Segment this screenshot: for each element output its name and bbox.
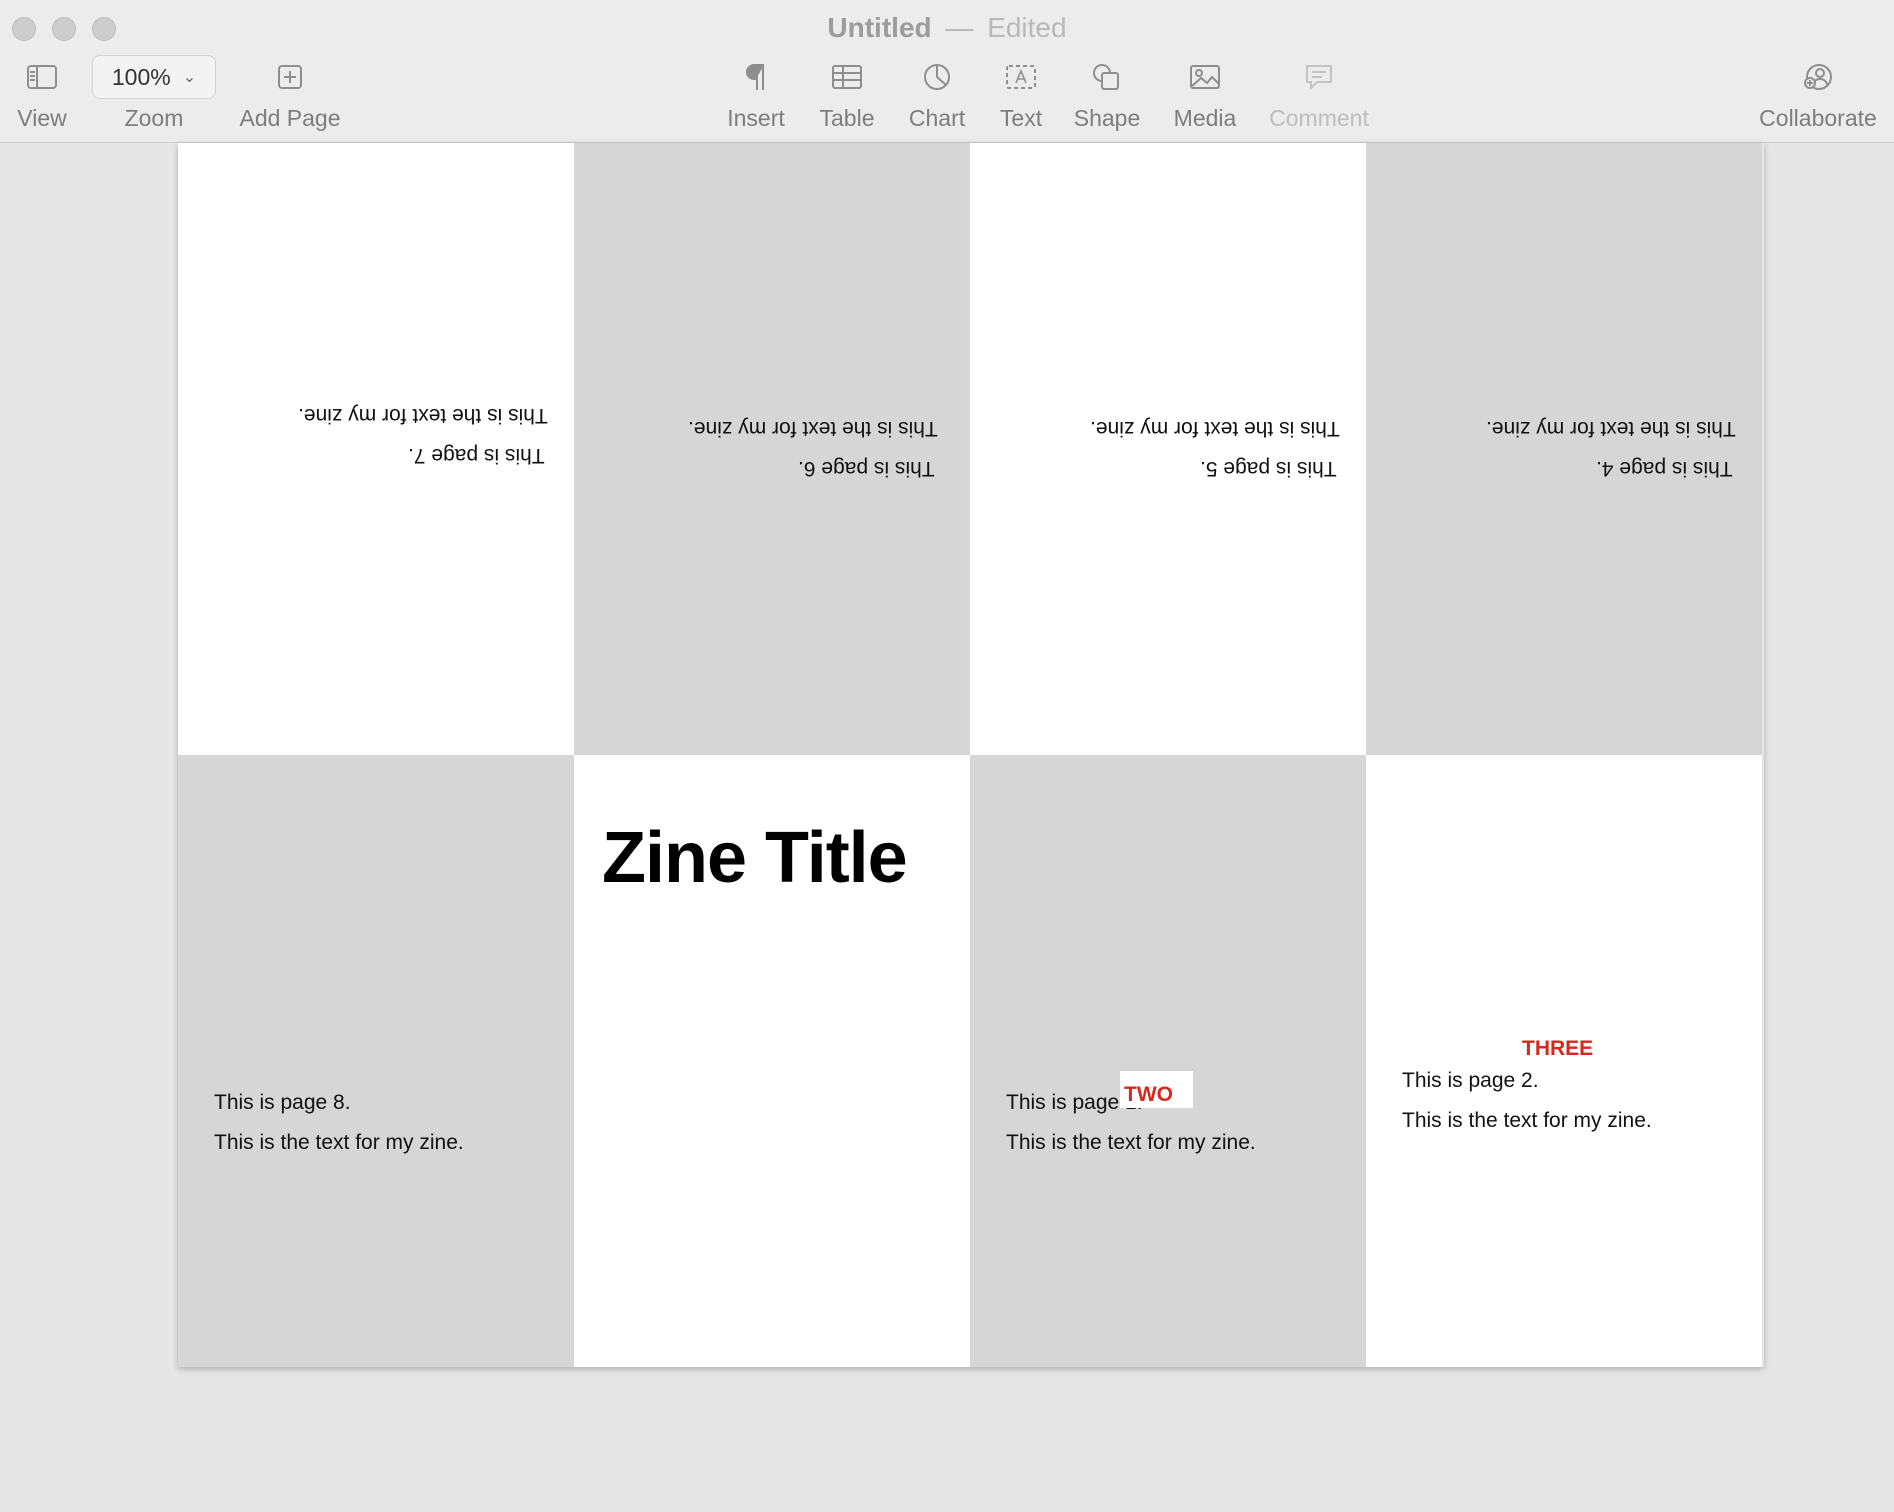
collaborate-label: Collaborate xyxy=(1759,105,1877,131)
label-two-box[interactable]: TWO xyxy=(1120,1071,1193,1108)
document-status: Edited xyxy=(987,12,1067,43)
view-button[interactable]: View xyxy=(14,58,70,132)
panel-page-4[interactable]: This is the text for my zine. This is pa… xyxy=(1366,143,1762,755)
zine-title: Zine Title xyxy=(602,818,908,898)
panel-page-5[interactable]: This is the text for my zine. This is pa… xyxy=(970,143,1366,755)
title-separator: — xyxy=(945,12,974,43)
page-5-text: This is the text for my zine. xyxy=(1090,417,1340,440)
insert-label: Insert xyxy=(727,105,785,131)
page-2-number: This is page 2. xyxy=(1402,1069,1539,1092)
page-2-text: This is the text for my zine. xyxy=(1402,1109,1652,1132)
page-6-text: This is the text for my zine. xyxy=(688,417,938,440)
panel-page-7[interactable]: This is the text for my zine. This is pa… xyxy=(178,143,574,755)
panel-cover[interactable]: Zine Title xyxy=(574,755,970,1367)
page-8-number: This is page 8. xyxy=(214,1091,351,1114)
page-8-text: This is the text for my zine. xyxy=(214,1131,464,1154)
pie-chart-icon xyxy=(906,58,968,96)
media-button[interactable]: Media xyxy=(1170,58,1240,132)
page-7-number: This is page 7. xyxy=(408,444,545,467)
add-page-button[interactable]: Add Page xyxy=(238,58,342,132)
plus-square-icon xyxy=(238,58,342,96)
chart-button[interactable]: Chart xyxy=(906,58,968,132)
speech-bubble-icon xyxy=(1268,58,1370,96)
add-person-icon xyxy=(1756,58,1880,96)
text-label: Text xyxy=(999,105,1043,131)
view-label: View xyxy=(17,105,67,131)
media-label: Media xyxy=(1173,105,1237,131)
zoom-label: Zoom xyxy=(124,105,184,131)
label-two: TWO xyxy=(1124,1083,1173,1106)
page-7-text: This is the text for my zine. xyxy=(298,404,548,427)
text-button[interactable]: Text xyxy=(996,58,1046,132)
comment-button[interactable]: Comment xyxy=(1268,58,1370,132)
panel-page-8[interactable]: This is page 8. This is the text for my … xyxy=(178,755,574,1367)
zoom-value: 100% xyxy=(111,63,171,90)
text-box-icon xyxy=(996,58,1046,96)
label-three: THREE xyxy=(1522,1037,1594,1060)
panel-page-1[interactable]: This is page 1. TWO This is the text for… xyxy=(970,755,1366,1367)
table-icon xyxy=(815,58,879,96)
image-icon xyxy=(1170,58,1240,96)
document-name: Untitled xyxy=(827,12,932,43)
page-6-number: This is page 6. xyxy=(798,457,935,480)
table-label: Table xyxy=(819,105,875,131)
page-5-number: This is page 5. xyxy=(1200,457,1337,480)
table-button[interactable]: Table xyxy=(815,58,879,132)
document-title: Untitled — Edited xyxy=(0,12,1894,44)
insert-button[interactable]: Insert xyxy=(722,58,790,132)
sidebar-icon xyxy=(14,58,70,96)
panel-page-2[interactable]: THREE This is page 2. This is the text f… xyxy=(1366,755,1762,1367)
zoom-control[interactable]: 100% ⌄ Zoom xyxy=(92,55,216,132)
collaborate-button[interactable]: Collaborate xyxy=(1756,58,1880,132)
chevron-down-icon: ⌄ xyxy=(182,69,197,86)
window-toolbar: Untitled — Edited View 100% ⌄ Zoom Add P… xyxy=(0,0,1894,143)
page-1-text: This is the text for my zine. xyxy=(1006,1131,1256,1154)
shape-button[interactable]: Shape xyxy=(1073,58,1141,132)
shape-label: Shape xyxy=(1073,105,1141,131)
comment-label: Comment xyxy=(1269,105,1369,131)
page-4-text: This is the text for my zine. xyxy=(1486,417,1736,440)
pilcrow-icon xyxy=(722,58,790,96)
add-page-label: Add Page xyxy=(239,105,341,131)
page-4-number: This is page 4. xyxy=(1596,457,1733,480)
panel-page-6[interactable]: This is the text for my zine. This is pa… xyxy=(574,143,970,755)
zoom-select[interactable]: 100% ⌄ xyxy=(92,55,216,99)
document-page[interactable]: This is the text for my zine. This is pa… xyxy=(178,143,1764,1367)
chart-label: Chart xyxy=(908,105,966,131)
shape-icon xyxy=(1073,58,1141,96)
